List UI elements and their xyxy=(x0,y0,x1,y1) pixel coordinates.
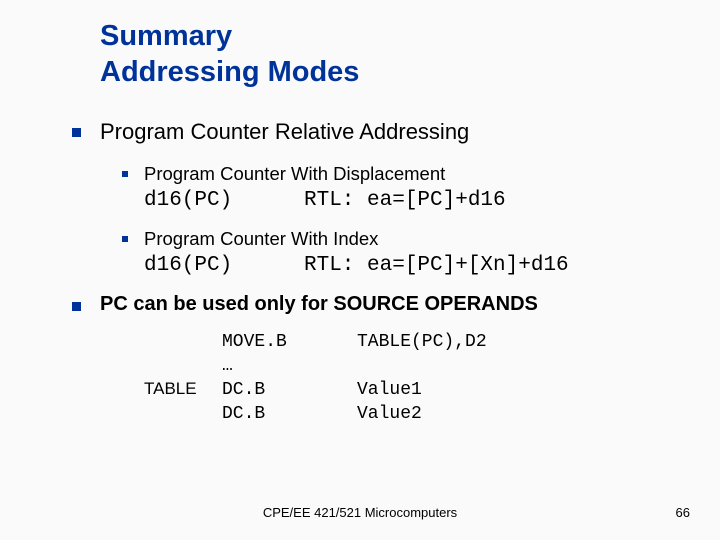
square-bullet-icon xyxy=(72,302,81,311)
mode-index-heading: Program Counter With Index xyxy=(122,228,680,250)
operand: Value1 xyxy=(357,378,422,402)
rtl: RTL: ea=[PC]+d16 xyxy=(304,189,506,212)
footer-text: CPE/EE 421/521 Microcomputers xyxy=(0,505,720,520)
opcode: DC.B xyxy=(222,378,357,402)
syntax: d16(PC) xyxy=(144,254,304,277)
title-line-2: Addressing Modes xyxy=(100,56,359,88)
example-code: MOVE.B TABLE(PC),D2 … TABLE DC.B Value1 … xyxy=(144,330,680,427)
operand: Value2 xyxy=(357,402,422,426)
page-number: 66 xyxy=(676,505,690,520)
square-bullet-icon xyxy=(72,128,81,137)
label xyxy=(144,354,222,378)
mode-heading-text: Program Counter With Displacement xyxy=(144,163,445,184)
operand: TABLE(PC),D2 xyxy=(357,330,487,354)
square-bullet-icon xyxy=(122,236,128,242)
code-row: TABLE DC.B Value1 xyxy=(144,378,680,402)
heading-pc-relative: Program Counter Relative Addressing xyxy=(72,119,680,145)
square-bullet-icon xyxy=(122,171,128,177)
label xyxy=(144,330,222,354)
label: TABLE xyxy=(144,378,222,402)
mode-displacement-code: d16(PC) RTL: ea=[PC]+d16 xyxy=(144,189,680,212)
code-row: … xyxy=(144,354,680,378)
mode-index-code: d16(PC) RTL: ea=[PC]+[Xn]+d16 xyxy=(144,254,680,277)
opcode: MOVE.B xyxy=(222,330,357,354)
opcode: DC.B xyxy=(222,402,357,426)
slide-title: Summary Addressing Modes xyxy=(100,18,680,91)
note-text: PC can be used only for SOURCE OPERANDS xyxy=(100,293,538,315)
syntax: d16(PC) xyxy=(144,189,304,212)
rtl: RTL: ea=[PC]+[Xn]+d16 xyxy=(304,254,569,277)
slide: Summary Addressing Modes Program Counter… xyxy=(0,0,720,540)
mode-heading-text: Program Counter With Index xyxy=(144,228,378,249)
note-source-operands: PC can be used only for SOURCE OPERANDS xyxy=(72,293,680,316)
mode-displacement-heading: Program Counter With Displacement xyxy=(122,163,680,185)
title-line-1: Summary xyxy=(100,20,232,52)
label xyxy=(144,402,222,426)
code-row: MOVE.B TABLE(PC),D2 xyxy=(144,330,680,354)
opcode: … xyxy=(222,354,357,378)
code-row: DC.B Value2 xyxy=(144,402,680,426)
heading-text: Program Counter Relative Addressing xyxy=(100,119,469,144)
